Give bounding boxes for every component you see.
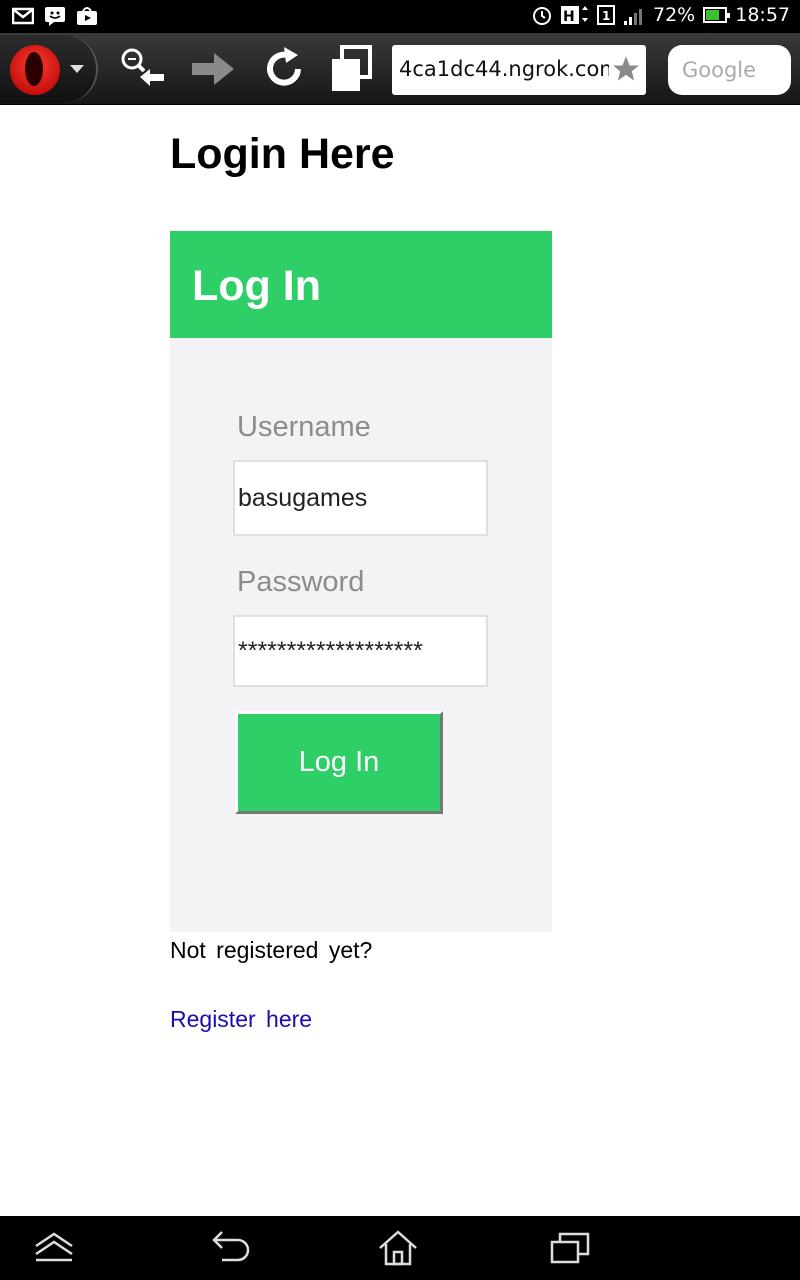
opera-menu-button[interactable] bbox=[0, 35, 98, 103]
username-label: Username bbox=[237, 411, 371, 443]
register-link[interactable]: Register here bbox=[170, 1006, 312, 1033]
back-icon[interactable] bbox=[208, 1228, 252, 1268]
url-text[interactable]: 4ca1dc44.ngrok.com bbox=[399, 57, 609, 81]
not-registered-text: Not registered yet? bbox=[170, 937, 373, 963]
status-bar: H 1 72% 18:57 bbox=[0, 0, 800, 33]
login-card: Log In Username Password Log In bbox=[170, 231, 552, 932]
alarm-icon bbox=[533, 7, 551, 25]
browser-toolbar: 4ca1dc44.ngrok.com Google bbox=[0, 33, 800, 105]
svg-text:1: 1 bbox=[602, 9, 610, 23]
sim-icon: 1 bbox=[597, 5, 615, 25]
tabs-icon[interactable] bbox=[328, 45, 378, 93]
search-placeholder: Google bbox=[682, 58, 757, 82]
search-field[interactable]: Google bbox=[668, 45, 791, 95]
username-field[interactable] bbox=[233, 460, 488, 536]
zoom-back-icon[interactable] bbox=[116, 45, 166, 93]
recent-apps-icon[interactable] bbox=[548, 1228, 592, 1268]
page-title: Login Here bbox=[170, 130, 395, 178]
forward-arrow-icon[interactable] bbox=[188, 45, 238, 93]
messenger-icon bbox=[45, 7, 65, 26]
clock: 18:57 bbox=[735, 4, 790, 26]
battery-percent: 72% bbox=[653, 4, 696, 26]
reload-icon[interactable] bbox=[260, 45, 310, 93]
opera-logo-icon bbox=[10, 45, 60, 95]
navigation-bar bbox=[0, 1216, 800, 1280]
address-bar[interactable]: 4ca1dc44.ngrok.com bbox=[392, 45, 646, 95]
login-button[interactable]: Log In bbox=[235, 711, 443, 814]
chevron-down-icon bbox=[70, 65, 84, 73]
card-header: Log In bbox=[170, 231, 552, 338]
network-hplus-icon: H bbox=[561, 6, 588, 25]
play-store-icon bbox=[77, 7, 97, 25]
svg-text:H: H bbox=[563, 9, 575, 25]
password-label: Password bbox=[237, 566, 365, 598]
gmail-icon bbox=[12, 7, 34, 25]
home-icon[interactable] bbox=[376, 1228, 420, 1268]
battery-icon bbox=[703, 7, 731, 23]
password-field[interactable] bbox=[233, 615, 488, 687]
star-icon[interactable] bbox=[612, 55, 640, 83]
menu-up-icon[interactable] bbox=[32, 1228, 76, 1268]
signal-icon bbox=[624, 9, 642, 25]
card-title: Log In bbox=[192, 262, 321, 310]
